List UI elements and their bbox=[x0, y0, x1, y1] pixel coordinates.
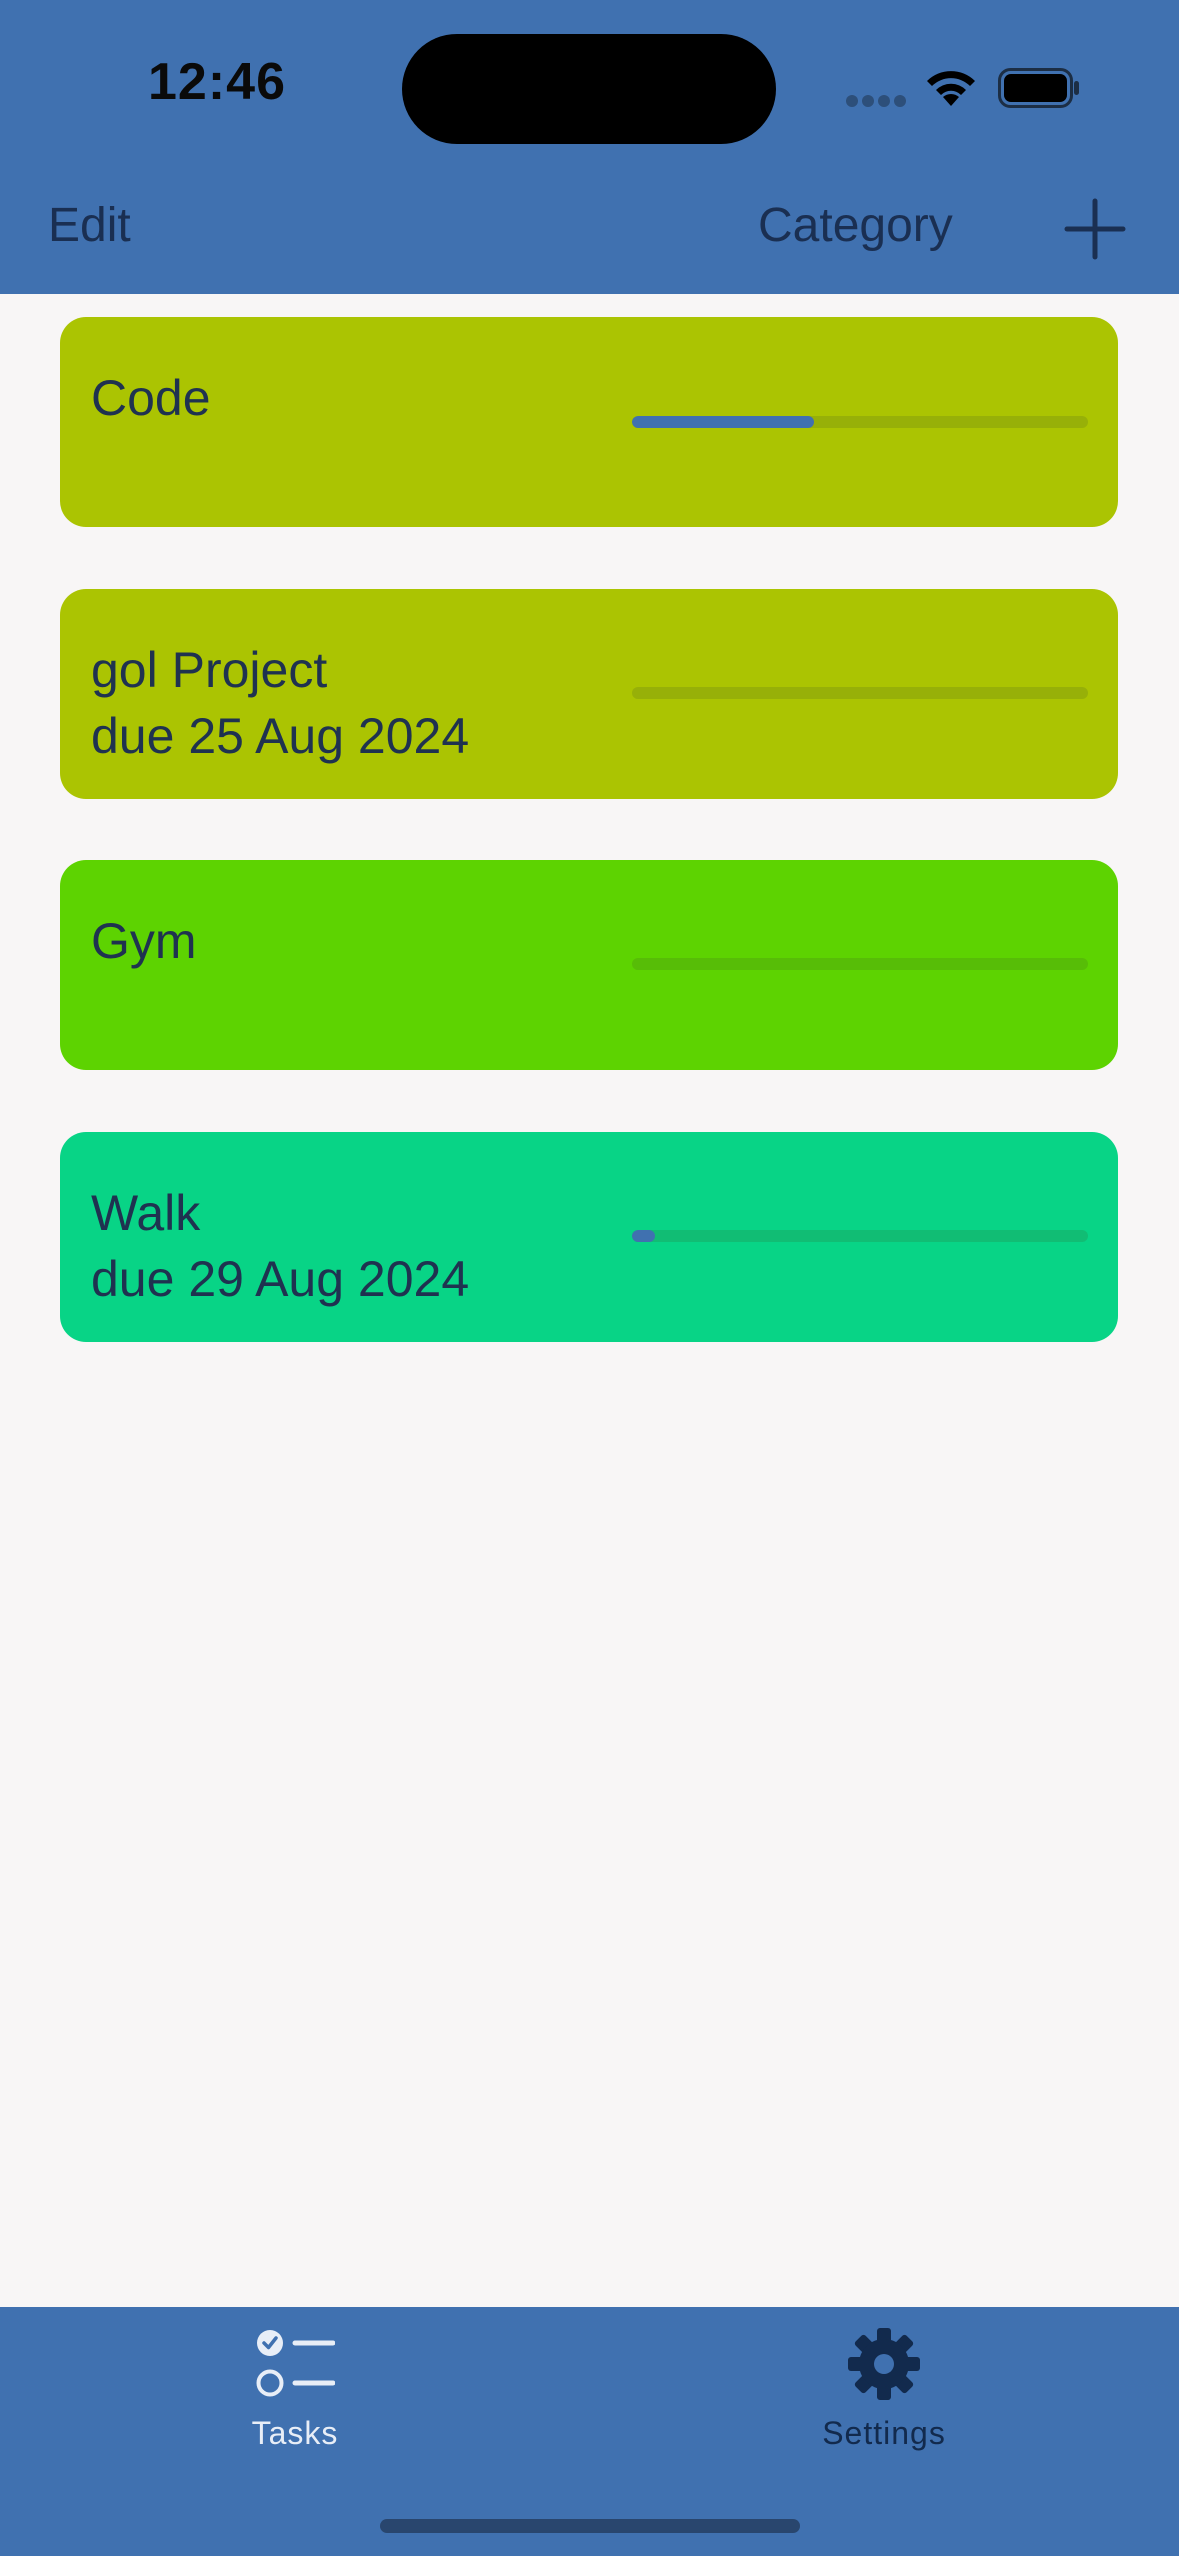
edit-button[interactable]: Edit bbox=[48, 198, 131, 253]
tab-bar: Tasks Settings bbox=[0, 2307, 1179, 2556]
wifi-icon bbox=[927, 71, 975, 106]
task-progress-bar bbox=[632, 958, 1088, 970]
checklist-icon bbox=[256, 2330, 335, 2397]
task-progress-fill bbox=[632, 416, 815, 428]
task-progress-fill bbox=[632, 1230, 655, 1242]
task-title: gol Project bbox=[91, 642, 328, 698]
task-title: Gym bbox=[91, 913, 197, 969]
tab-tasks[interactable]: Tasks bbox=[95, 2307, 495, 2467]
plus-icon[interactable] bbox=[1064, 198, 1126, 260]
task-progress-bar bbox=[632, 687, 1088, 699]
cellular-signal-icon bbox=[846, 95, 906, 107]
task-progress-bar bbox=[632, 1230, 1088, 1242]
dynamic-island bbox=[402, 34, 776, 144]
task-progress-bar bbox=[632, 416, 1088, 428]
header: 12:46 Edit Category bbox=[0, 0, 1179, 294]
home-indicator bbox=[380, 2519, 800, 2533]
task-due-date: due 29 Aug 2024 bbox=[91, 1251, 470, 1307]
task-title: Walk bbox=[91, 1185, 201, 1241]
task-card[interactable]: Walk due 29 Aug 2024 bbox=[60, 1132, 1118, 1342]
battery-icon bbox=[998, 68, 1079, 108]
task-due-date: due 25 Aug 2024 bbox=[91, 708, 470, 764]
gear-icon bbox=[848, 2328, 920, 2400]
task-title: Code bbox=[91, 370, 211, 426]
task-card[interactable]: gol Project due 25 Aug 2024 bbox=[60, 589, 1118, 799]
task-card[interactable]: Gym bbox=[60, 860, 1118, 1070]
task-card[interactable]: Code bbox=[60, 317, 1118, 527]
category-button[interactable]: Category bbox=[758, 198, 953, 253]
tab-settings-label: Settings bbox=[822, 2415, 946, 2451]
status-time: 12:46 bbox=[148, 53, 286, 111]
tab-tasks-label: Tasks bbox=[251, 2415, 339, 2451]
tab-settings[interactable]: Settings bbox=[684, 2307, 1084, 2467]
task-list: Code gol Project due 25 Aug 2024 Gym Wal… bbox=[0, 294, 1179, 1342]
